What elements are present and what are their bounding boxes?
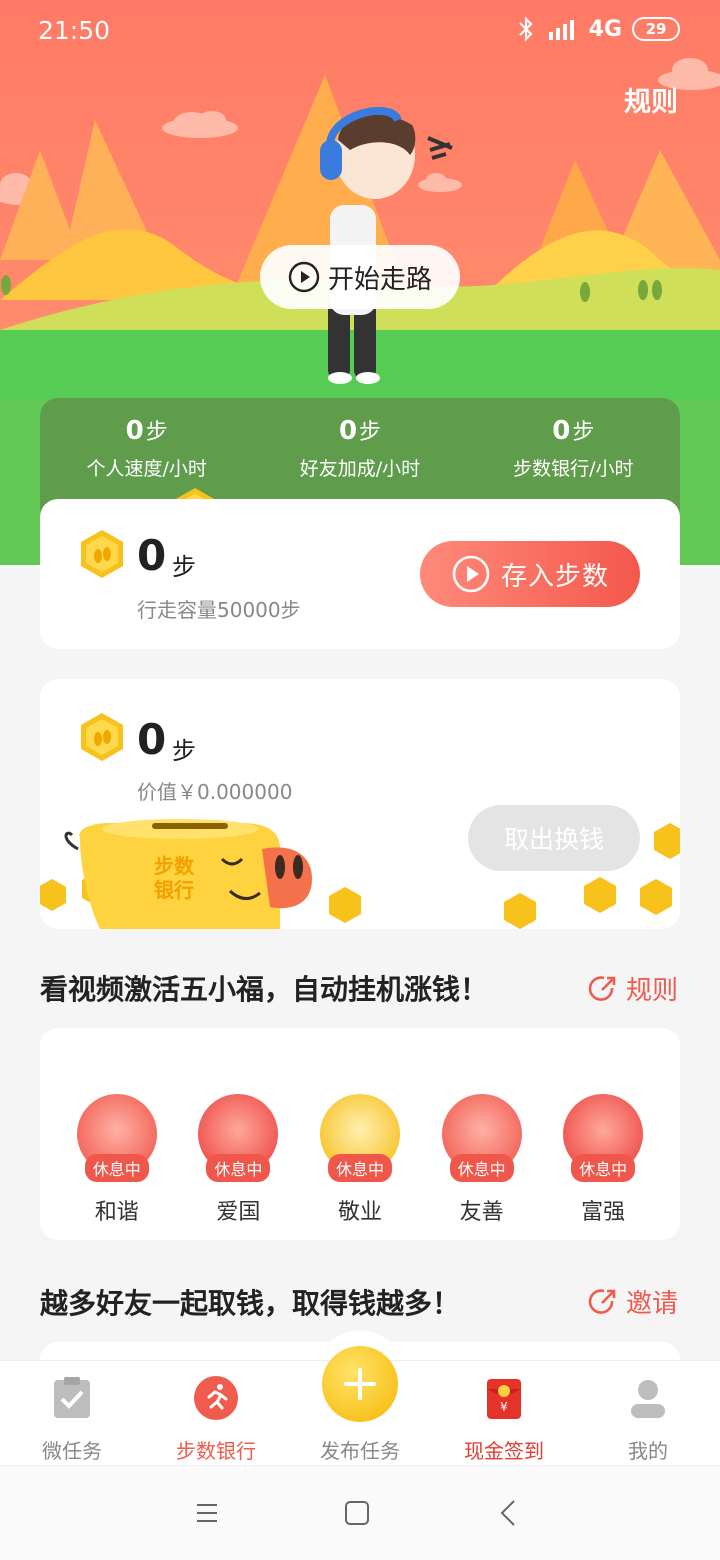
deposit-steps-value: 0 [137,531,167,580]
friends-section-title: 越多好友一起取钱，取得钱越多！ [40,1287,461,1320]
status-bar: 21:50 4G 29 [0,0,720,62]
walk-capacity: 行走容量50000步 [137,598,301,622]
play-circle-icon [452,555,490,593]
rules-link[interactable]: 规则 [624,80,678,119]
stat-label: 好友加成/小时 [299,458,421,480]
piggy-bank-illustration: 步数 银行 [40,819,680,929]
fortune-item-friendliness[interactable]: 休息中 友善 [437,1094,527,1226]
pig-label-2: 银行 [154,878,194,902]
fortune-name: 富强 [581,1200,626,1225]
person-icon [631,1380,665,1418]
step-coin-icon [81,713,123,761]
fortune-status-badge: 休息中 [327,1154,392,1182]
nav-label: 步数银行 [176,1439,256,1463]
nav-micro-task[interactable]: 微任务 [0,1361,144,1465]
nav-label: 现金签到 [464,1439,544,1463]
svg-text:¥: ¥ [500,1400,508,1414]
invite-link[interactable]: 邀请 [588,1283,678,1320]
stat-unit: 步 [359,420,382,445]
fortune-rules-link[interactable]: 规则 [588,970,678,1007]
deposit-steps-button[interactable]: 存入步数 [420,541,640,607]
fortune-rules-label: 规则 [625,976,678,1006]
fortune-status-badge: 休息中 [206,1154,271,1182]
stat-value: 0 [125,416,144,446]
fortune-status-badge: 休息中 [84,1154,149,1182]
clipboard-check-icon [54,1377,90,1418]
pig-label-1: 步数 [154,854,195,878]
external-link-icon [588,1288,616,1314]
back-icon[interactable] [492,1496,526,1530]
deposit-card: 0 步 行走容量50000步 存入步数 [40,499,680,649]
plus-icon [344,1368,376,1400]
bank-value: 价值￥0.000000 [137,780,293,804]
fortune-name: 爱国 [216,1200,261,1225]
invite-label: 邀请 [625,1289,678,1319]
fortune-item-patriotism[interactable]: 休息中 爱国 [193,1094,283,1226]
nav-step-bank[interactable]: 步数银行 [144,1361,288,1465]
stat-value: 0 [338,416,358,446]
nav-label: 微任务 [42,1439,102,1463]
stat-value: 0 [552,416,571,446]
fortune-status-badge: 休息中 [449,1154,514,1182]
bluetooth-icon [518,16,533,42]
status-time: 21:50 [38,16,111,45]
network-type: 4G [588,16,622,42]
stat-unit: 步 [145,420,168,445]
fortune-card: 休息中 和谐 休息中 爱国 休息中 敬业 休息中 友善 休息中 富强 [40,1028,680,1240]
fortune-item-harmony[interactable]: 休息中 和谐 [72,1094,162,1226]
step-coin-icon [81,530,123,578]
home-icon[interactable] [340,1496,374,1530]
publish-task-button[interactable] [322,1346,398,1422]
start-walk-label: 开始走路 [327,264,432,295]
battery-icon: 29 [632,17,680,41]
stat-label: 个人速度/小时 [86,458,207,480]
deposit-steps-unit: 步 [172,553,196,581]
system-nav-bar [0,1465,720,1560]
fortune-item-prosperity[interactable]: 休息中 富强 [558,1094,648,1226]
nav-cash-checkin[interactable]: ¥ 现金签到 [432,1361,576,1465]
external-link-icon [588,975,616,1001]
fortune-item-dedication[interactable]: 休息中 敬业 [315,1094,405,1226]
fortune-name: 敬业 [337,1200,382,1225]
deposit-button-label: 存入步数 [500,561,609,592]
bank-steps-value: 0 [137,715,167,764]
menu-icon[interactable] [190,1496,224,1530]
start-walk-button[interactable]: 开始走路 [260,245,460,309]
step-bank-card: 0 步 价值￥0.000000 取出换钱 步数 银行 [40,679,680,929]
stat-unit: 步 [572,420,595,445]
nav-mine[interactable]: 我的 [576,1361,720,1465]
play-circle-icon [288,261,320,293]
fortune-section-title: 看视频激活五小福，自动挂机涨钱！ [40,973,489,1006]
fortune-name: 友善 [459,1200,504,1225]
nav-label: 发布任务 [320,1439,400,1463]
fortune-name: 和谐 [94,1200,139,1225]
running-icon [194,1376,238,1420]
bank-steps-unit: 步 [172,737,196,765]
signal-icon [548,20,574,40]
nav-label: 我的 [628,1439,668,1463]
fortune-status-badge: 休息中 [571,1154,636,1182]
stat-label: 步数银行/小时 [513,458,634,480]
red-envelope-icon: ¥ [487,1379,521,1419]
